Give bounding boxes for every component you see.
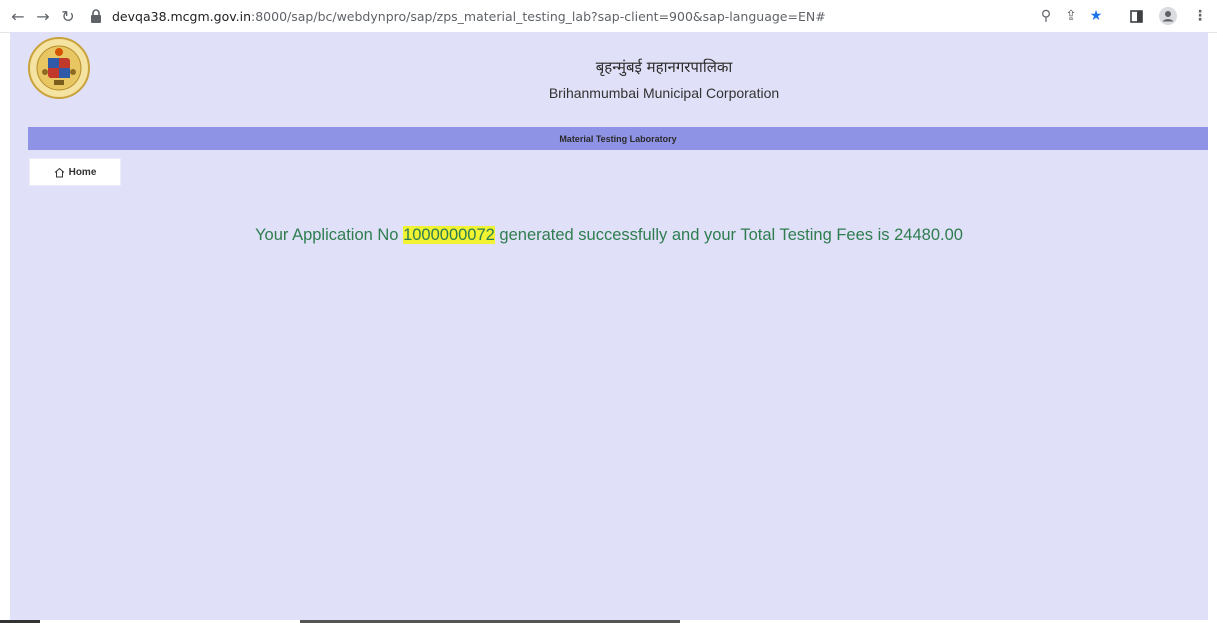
reload-icon[interactable]: ↻ [58,6,78,26]
url-path: :8000/sap/bc/webdynpro/sap/zps_material_… [251,8,826,24]
message-suffix: generated successfully and your Total Te… [494,226,963,244]
title-english: Brihanmumbai Municipal Corporation [548,85,780,101]
lock-icon[interactable] [90,9,104,23]
home-icon [54,167,65,178]
forward-arrow-icon[interactable]: → [33,6,53,26]
back-arrow-icon[interactable]: ← [8,6,28,26]
side-panel-icon[interactable] [1126,6,1146,26]
application-number: 1000000072 [403,226,495,244]
browser-toolbar: ← → ↻ devqa38.mcgm.gov.in:8000/sap/bc/we… [0,0,1217,33]
home-button-label: Home [68,166,97,178]
more-menu-icon[interactable]: ⋮ [1190,6,1210,26]
url-host: devqa38.mcgm.gov.in [112,8,252,24]
zoom-icon[interactable]: ⚲ [1036,6,1056,26]
message-prefix: Your Application No [255,226,404,244]
section-title-bar: Material Testing Laboratory [28,127,1208,150]
page-body: बृहन्मुंबई महानगरपालिका Brihanmumbai Mun… [10,32,1208,620]
profile-avatar-icon[interactable] [1158,6,1178,26]
title-marathi: बृहन्मुंबई महानगरपालिका [595,58,733,76]
share-icon[interactable]: ⇪ [1061,6,1081,26]
home-button[interactable]: Home [29,158,121,186]
success-message: Your Application No 1000000072 generated… [10,226,1208,245]
section-title: Material Testing Laboratory [559,133,677,144]
bookmark-star-icon[interactable]: ★ [1086,6,1106,26]
address-bar[interactable]: devqa38.mcgm.gov.in:8000/sap/bc/webdynpr… [90,4,1100,28]
